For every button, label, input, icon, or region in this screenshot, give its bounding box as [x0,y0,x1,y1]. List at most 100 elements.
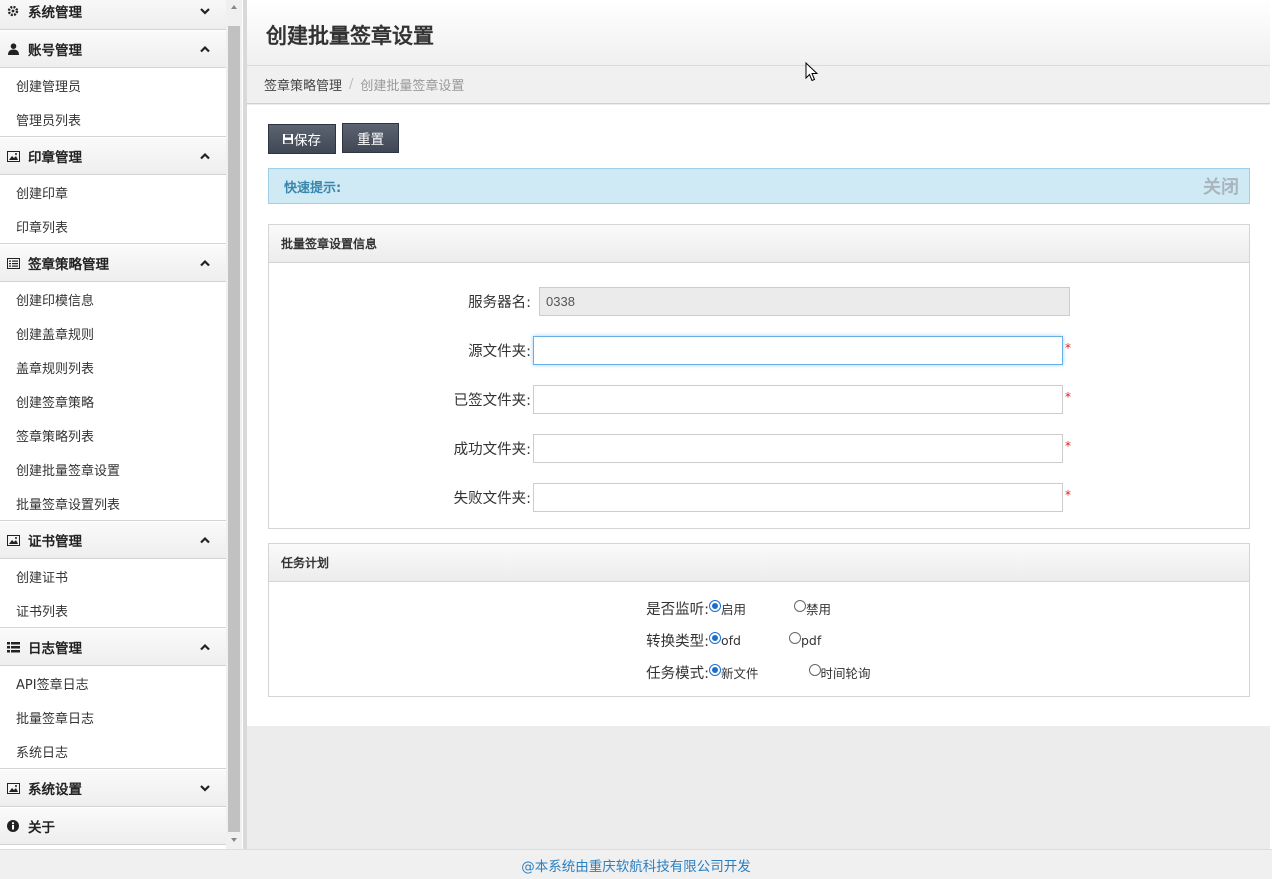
picture-icon [6,533,20,547]
breadcrumb-separator: / [349,77,354,92]
radio-option-label: 启用 [721,601,747,617]
radio-button[interactable] [808,664,821,676]
sidebar-item[interactable]: 创建签章策略 [0,384,226,418]
floppy-disk-icon [283,134,293,144]
required-mark: * [1065,438,1071,453]
breadcrumb-parent-link[interactable]: 签章策略管理 [264,75,342,94]
folder-field-2[interactable] [533,385,1063,414]
form-row: 失败文件夹: * [269,473,1249,522]
save-button-label: 保存 [294,133,321,149]
sidebar-item[interactable]: API签章日志 [0,666,226,700]
task-panel-title: 任务计划 [269,544,1249,582]
sidebar-group-2[interactable]: 印章管理 [0,137,226,175]
radio-row: 是否监听: 启用 禁用 [269,592,1249,624]
sidebar-item[interactable]: 系统日志 [0,734,226,768]
sidebar-group-5[interactable]: 日志管理 [0,628,226,666]
form-row: 成功文件夹: * [269,424,1249,473]
sidebar-group-3[interactable]: 签章策略管理 [0,244,226,282]
gear-icon [6,4,20,18]
radio-button[interactable] [709,600,721,612]
field-label: 源文件夹: [468,344,531,360]
folder-field-3[interactable] [533,434,1063,463]
sidebar-scrollbar[interactable] [226,0,242,849]
radio-option[interactable]: 时间轮询 [808,663,871,682]
sidebar-group-label: 日志管理 [28,641,82,657]
sidebar-item[interactable]: 创建管理员 [0,68,226,102]
alert-close-button[interactable]: 关闭 [1203,173,1239,199]
sidebar-group-items: 创建印模信息 创建盖章规则 盖章规则列表 创建签章策略 签章策略列表 创建批量签章设置 批量… [0,282,226,521]
field-label: 成功文件夹: [453,442,531,458]
sidebar-group-label: 账号管理 [28,43,82,59]
radio-option[interactable]: 新文件 [709,663,759,682]
field-label: 已签文件夹: [453,393,531,409]
settings-panel: 批量签章设置信息 服务器名:源文件夹:*已签文件夹:*成功文件夹:*失败文件夹:… [268,224,1250,529]
sidebar-group-0[interactable]: 系统管理 [0,0,226,30]
radio-option[interactable]: 启用 [709,599,746,618]
field-label: 失败文件夹: [453,491,531,507]
toolbar: 保存 重置 [268,123,1250,154]
sidebar-item[interactable]: 创建证书 [0,559,226,593]
radio-group-label: 是否监听: [646,601,709,618]
sidebar-item[interactable]: 批量签章设置列表 [0,486,226,520]
folder-field-4[interactable] [533,483,1063,512]
chevron-up-icon[interactable] [198,533,212,547]
radio-row: 转换类型: ofd pdf [269,624,1249,656]
radio-option-label: 禁用 [806,601,832,617]
save-button[interactable]: 保存 [268,124,336,154]
field-label: 服务器名: [468,295,531,311]
radio-option[interactable]: pdf [788,632,822,648]
chevron-up-icon[interactable] [198,640,212,654]
radio-button[interactable] [709,664,721,676]
footer: @本系统由重庆软航科技有限公司开发 [0,849,1272,879]
form-row: 服务器名: [269,277,1249,326]
sidebar-item[interactable]: 签章策略列表 [0,418,226,452]
radio-option-label: 新文件 [721,665,759,681]
scroll-thumb[interactable] [228,26,240,832]
sidebar-item[interactable]: 证书列表 [0,593,226,627]
sidebar-group-items: 创建印章 印章列表 [0,175,226,244]
required-mark: * [1065,487,1071,502]
sidebar-item[interactable]: 印章列表 [0,209,226,243]
sidebar-group-1[interactable]: 账号管理 [0,30,226,68]
content-area: 保存 重置 快速提示: 关闭 批量签章设置信息 服务器名:源文件夹:*已签文件夹… [247,105,1270,726]
chevron-up-icon[interactable] [198,149,212,163]
sidebar-group-6[interactable]: 系统设置 [0,769,226,807]
reset-button[interactable]: 重置 [342,123,400,153]
radio-row: 任务模式: 新文件 时间轮询 [269,656,1249,688]
sidebar-item[interactable]: 管理员列表 [0,102,226,136]
sidebar-item[interactable]: 批量签章日志 [0,700,226,734]
sidebar-group-label: 关于 [28,820,55,836]
sidebar-item[interactable]: 创建批量签章设置 [0,452,226,486]
sidebar-item[interactable]: 盖章规则列表 [0,350,226,384]
page-header: 创建批量签章设置 [247,0,1270,66]
radio-button[interactable] [709,632,721,644]
radio-option[interactable]: 禁用 [794,599,831,618]
quick-tip-alert: 快速提示: 关闭 [268,168,1250,204]
sidebar-group-4[interactable]: 证书管理 [0,521,226,559]
picture-icon [6,149,20,163]
scroll-down-arrow-icon[interactable] [229,835,239,845]
form-row: 已签文件夹: * [269,375,1249,424]
sidebar-group-items: API签章日志 批量签章日志 系统日志 [0,666,226,769]
folder-field-0[interactable] [539,287,1070,316]
picture-icon [6,781,20,795]
chevron-down-icon[interactable] [198,4,212,18]
sidebar-item[interactable]: 创建印章 [0,175,226,209]
chevron-up-icon[interactable] [198,256,212,270]
sidebar-group-label: 签章策略管理 [28,257,109,273]
radio-button[interactable] [788,632,801,644]
sidebar-group-7[interactable]: 关于 [0,807,226,845]
chevron-down-icon[interactable] [198,781,212,795]
required-mark: * [1065,389,1071,404]
radio-option-label: pdf [800,632,822,648]
radio-option[interactable]: ofd [709,632,741,648]
chevron-up-icon[interactable] [198,42,212,56]
scroll-up-arrow-icon[interactable] [229,2,239,12]
list-alt-icon [6,256,20,270]
sidebar-item[interactable]: 创建盖章规则 [0,316,226,350]
sidebar-group-items: 创建证书 证书列表 [0,559,226,628]
radio-option-label: ofd [721,632,741,648]
folder-field-1[interactable] [533,336,1063,365]
radio-button[interactable] [794,600,807,612]
sidebar-item[interactable]: 创建印模信息 [0,282,226,316]
